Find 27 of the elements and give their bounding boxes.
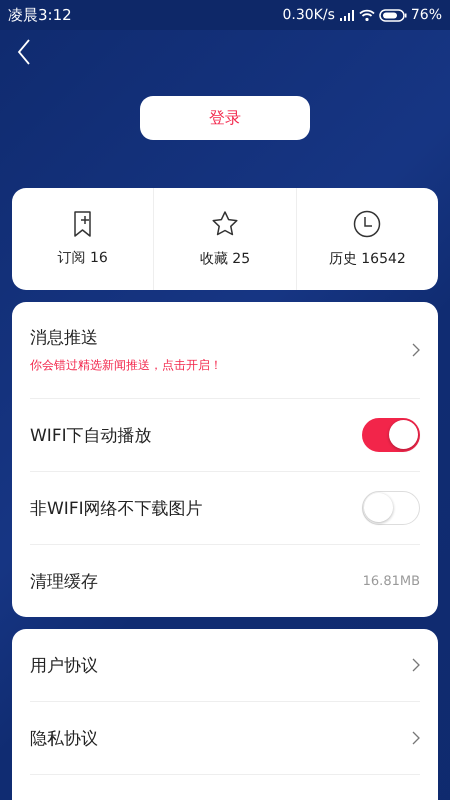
back-button[interactable] (16, 38, 32, 66)
chevron-right-icon (412, 343, 420, 357)
setting-label: WIFI下自动播放 (30, 424, 152, 446)
star-icon (210, 210, 239, 238)
setting-label: 清理缓存 (30, 570, 98, 592)
setting-label: 非WIFI网络不下载图片 (30, 498, 203, 520)
setting-label: 隐私协议 (30, 728, 98, 750)
setting-label: 用户协议 (30, 654, 98, 676)
stat-label[interactable]: 订阅 16 (58, 249, 108, 267)
cache-size: 16.81MB (362, 574, 420, 588)
stat-label[interactable]: 历史 16542 (328, 250, 406, 268)
hint-text: 你会错过精选新闻推送，点击开启！ (30, 357, 222, 374)
login-button[interactable]: 登录 (140, 96, 310, 140)
signal-icon (338, 9, 355, 21)
setting-label: 消息推送 (30, 327, 99, 349)
back-icon (17, 39, 31, 65)
battery-percentage: 76% (410, 7, 442, 23)
clock-icon (353, 210, 382, 238)
status-time: 凌晨3:12 (8, 6, 72, 24)
chevron-right-icon (412, 731, 420, 745)
stat-label[interactable]: 收藏 25 (200, 250, 250, 268)
bookmark-plus-icon (74, 211, 92, 237)
network-speed: 0.30K/s (282, 7, 335, 23)
chevron-right-icon (412, 658, 420, 672)
toggle-switch[interactable] (362, 418, 420, 452)
battery-icon (378, 8, 407, 22)
wifi-icon (358, 9, 375, 21)
